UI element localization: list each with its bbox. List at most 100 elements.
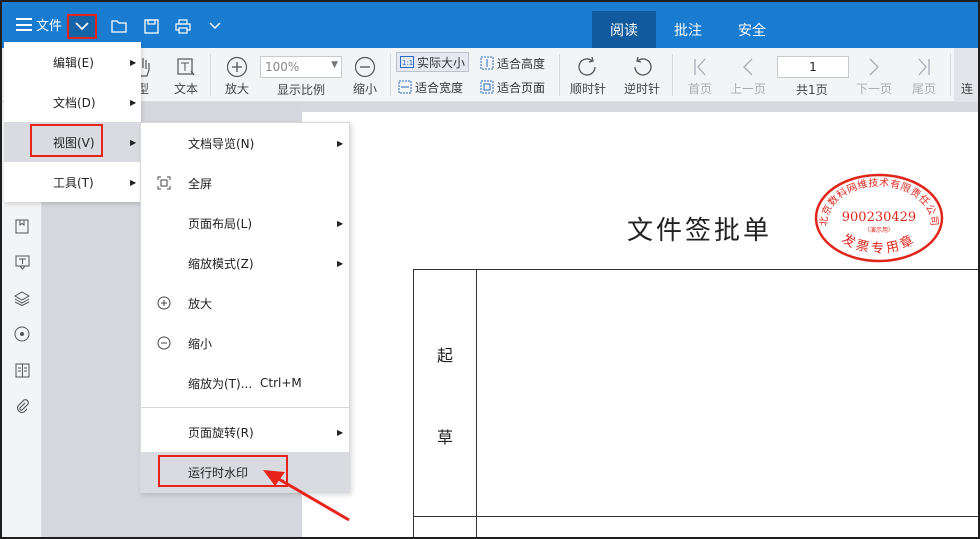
main-menu: 编辑(E) ▶ 文档(D) ▶ 视图(V) ▶ 工具(T) ▶ [4, 42, 141, 202]
fit-page-button[interactable]: 适合页面 [480, 77, 545, 97]
print-icon[interactable] [174, 18, 192, 34]
submenu-item-fullscreen[interactable]: 全屏 [141, 163, 349, 203]
customize-dropdown-icon[interactable] [206, 18, 224, 34]
actual-size-label: 实际大小 [417, 55, 466, 70]
svg-text:发票专用章: 发票专用章 [839, 231, 919, 257]
shortcut-label: Ctrl+M [260, 376, 302, 390]
zoom-value: 100% [265, 60, 300, 74]
menu-dropdown-toggle[interactable] [67, 14, 97, 39]
submenu-item-label: 缩放为(T)... [188, 376, 253, 391]
submenu-item-label: 文档导览(N) [188, 136, 255, 151]
menu-item-tools[interactable]: 工具(T) ▶ [4, 162, 141, 202]
submenu-arrow-icon: ▶ [130, 57, 137, 67]
last-page-button[interactable]: 尾页 [908, 48, 940, 102]
submenu-arrow-icon: ▶ [130, 137, 137, 147]
last-page-icon [916, 54, 932, 80]
file-menu-label: 文件 [36, 19, 63, 34]
next-page-icon [867, 54, 881, 80]
next-page-button[interactable]: 下一页 [854, 48, 894, 102]
zoom-out-icon [354, 54, 376, 80]
submenu-item-document-navigation[interactable]: 文档导览(N) ▶ [141, 123, 349, 163]
view-highlight-box [30, 124, 103, 157]
first-page-button[interactable]: 首页 [684, 48, 716, 102]
fit-page-icon [480, 80, 494, 94]
file-menu-button[interactable]: 文件 [16, 15, 62, 34]
zoom-in-icon [226, 54, 248, 80]
submenu-arrow-icon: ▶ [130, 97, 137, 107]
menu-item-label: 工具(T) [53, 175, 94, 190]
document-title: 文件签批单 [627, 216, 773, 246]
row-label-char: 起 [437, 346, 454, 365]
rotate-clockwise-icon [576, 54, 600, 80]
previous-page-icon [741, 54, 755, 80]
submenu-item-zoom-to[interactable]: 缩放为(T)... Ctrl+M [141, 363, 349, 403]
submenu-item-zoom-in[interactable]: 放大 [141, 283, 349, 323]
menu-item-document[interactable]: 文档(D) ▶ [4, 82, 141, 122]
seal-note: （演示用） [864, 226, 894, 234]
submenu-arrow-icon: ▶ [337, 427, 344, 437]
paperclip-icon[interactable] [14, 398, 30, 414]
seal-bottom-text: 发票专用章 [839, 231, 916, 257]
tab-security[interactable]: 安全 [720, 11, 784, 48]
submenu-item-label: 缩放模式(Z) [188, 256, 254, 271]
text-select-button[interactable]: 文本 [168, 48, 204, 102]
submenu-item-page-layout[interactable]: 页面布局(L) ▶ [141, 203, 349, 243]
first-page-icon [692, 54, 708, 80]
hamburger-icon [16, 18, 32, 31]
menu-separator [141, 407, 349, 408]
annotation-list-icon[interactable] [14, 254, 30, 270]
first-page-label: 首页 [687, 82, 712, 96]
fit-height-icon [480, 56, 494, 70]
zoom-out-icon [156, 335, 172, 351]
submenu-item-label: 全屏 [188, 176, 213, 191]
submenu-item-page-rotation[interactable]: 页面旋转(R) ▶ [141, 412, 349, 452]
zoom-ratio-label: 显示比例 [277, 83, 326, 97]
continuous-mode-label: 连 [960, 82, 973, 96]
save-icon[interactable] [142, 18, 160, 34]
submenu-item-label: 页面布局(L) [188, 216, 253, 231]
seal-number: 900230429 [842, 210, 916, 225]
zoom-out-button[interactable]: 缩小 [348, 48, 382, 102]
submenu-arrow-icon: ▶ [337, 258, 344, 268]
zoom-out-label: 缩小 [352, 82, 377, 96]
tab-read[interactable]: 阅读 [592, 11, 656, 48]
page-number-input[interactable]: 1 [777, 56, 849, 78]
chevron-down-icon [75, 22, 89, 31]
total-pages-label: 共1页 [796, 83, 828, 97]
text-select-icon [176, 54, 196, 80]
row-label-char: 草 [437, 428, 454, 447]
title-bar: 文件 阅读 批注 安全 [2, 2, 978, 48]
toolbar: 型 文本 放大 100% ▼ 显示比例 缩小 1:1 实际大小 适合高度 适合宽… [2, 48, 978, 102]
zoom-in-button[interactable]: 放大 [220, 48, 254, 102]
zoom-dropdown-arrow-icon[interactable]: ▼ [331, 60, 338, 70]
previous-page-button[interactable]: 上一页 [728, 48, 768, 102]
fit-height-label: 适合高度 [497, 56, 546, 71]
view-submenu: 文档导览(N) ▶ 全屏 页面布局(L) ▶ 缩放模式(Z) ▶ 放大 缩小 缩… [140, 122, 350, 493]
text-select-label: 文本 [173, 82, 198, 96]
fit-width-icon [398, 80, 412, 94]
submenu-item-zoom-out[interactable]: 缩小 [141, 323, 349, 363]
bookmark-icon[interactable] [14, 218, 30, 234]
submenu-arrow-icon: ▶ [337, 138, 344, 148]
submenu-arrow-icon: ▶ [130, 177, 137, 187]
fit-height-button[interactable]: 适合高度 [480, 53, 545, 73]
submenu-item-label: 页面旋转(R) [188, 425, 254, 440]
company-seal: 北京数科网维技术有限责任公司 900230429 （演示用） 发票专用章 [814, 173, 944, 263]
menu-item-edit[interactable]: 编辑(E) ▶ [4, 42, 141, 82]
last-page-label: 尾页 [911, 82, 936, 96]
rotate-counterclockwise-button[interactable]: 逆时针 [622, 48, 662, 102]
submenu-arrow-icon: ▶ [337, 218, 344, 228]
zoom-select[interactable]: 100% ▼ [260, 56, 342, 78]
rotate-clockwise-button[interactable]: 顺时针 [568, 48, 608, 102]
attachment-list-icon[interactable] [14, 362, 30, 378]
actual-size-button[interactable]: 1:1 实际大小 [396, 52, 470, 72]
actual-size-icon: 1:1 [400, 56, 414, 68]
tab-annotate[interactable]: 批注 [656, 11, 720, 48]
seal-icon[interactable] [14, 326, 30, 342]
fit-width-button[interactable]: 适合宽度 [398, 77, 463, 97]
next-page-label: 下一页 [855, 82, 892, 96]
continuous-mode-button[interactable]: 连 [954, 48, 978, 102]
layers-icon[interactable] [14, 290, 30, 306]
open-folder-icon[interactable] [110, 18, 128, 34]
submenu-item-zoom-mode[interactable]: 缩放模式(Z) ▶ [141, 243, 349, 283]
